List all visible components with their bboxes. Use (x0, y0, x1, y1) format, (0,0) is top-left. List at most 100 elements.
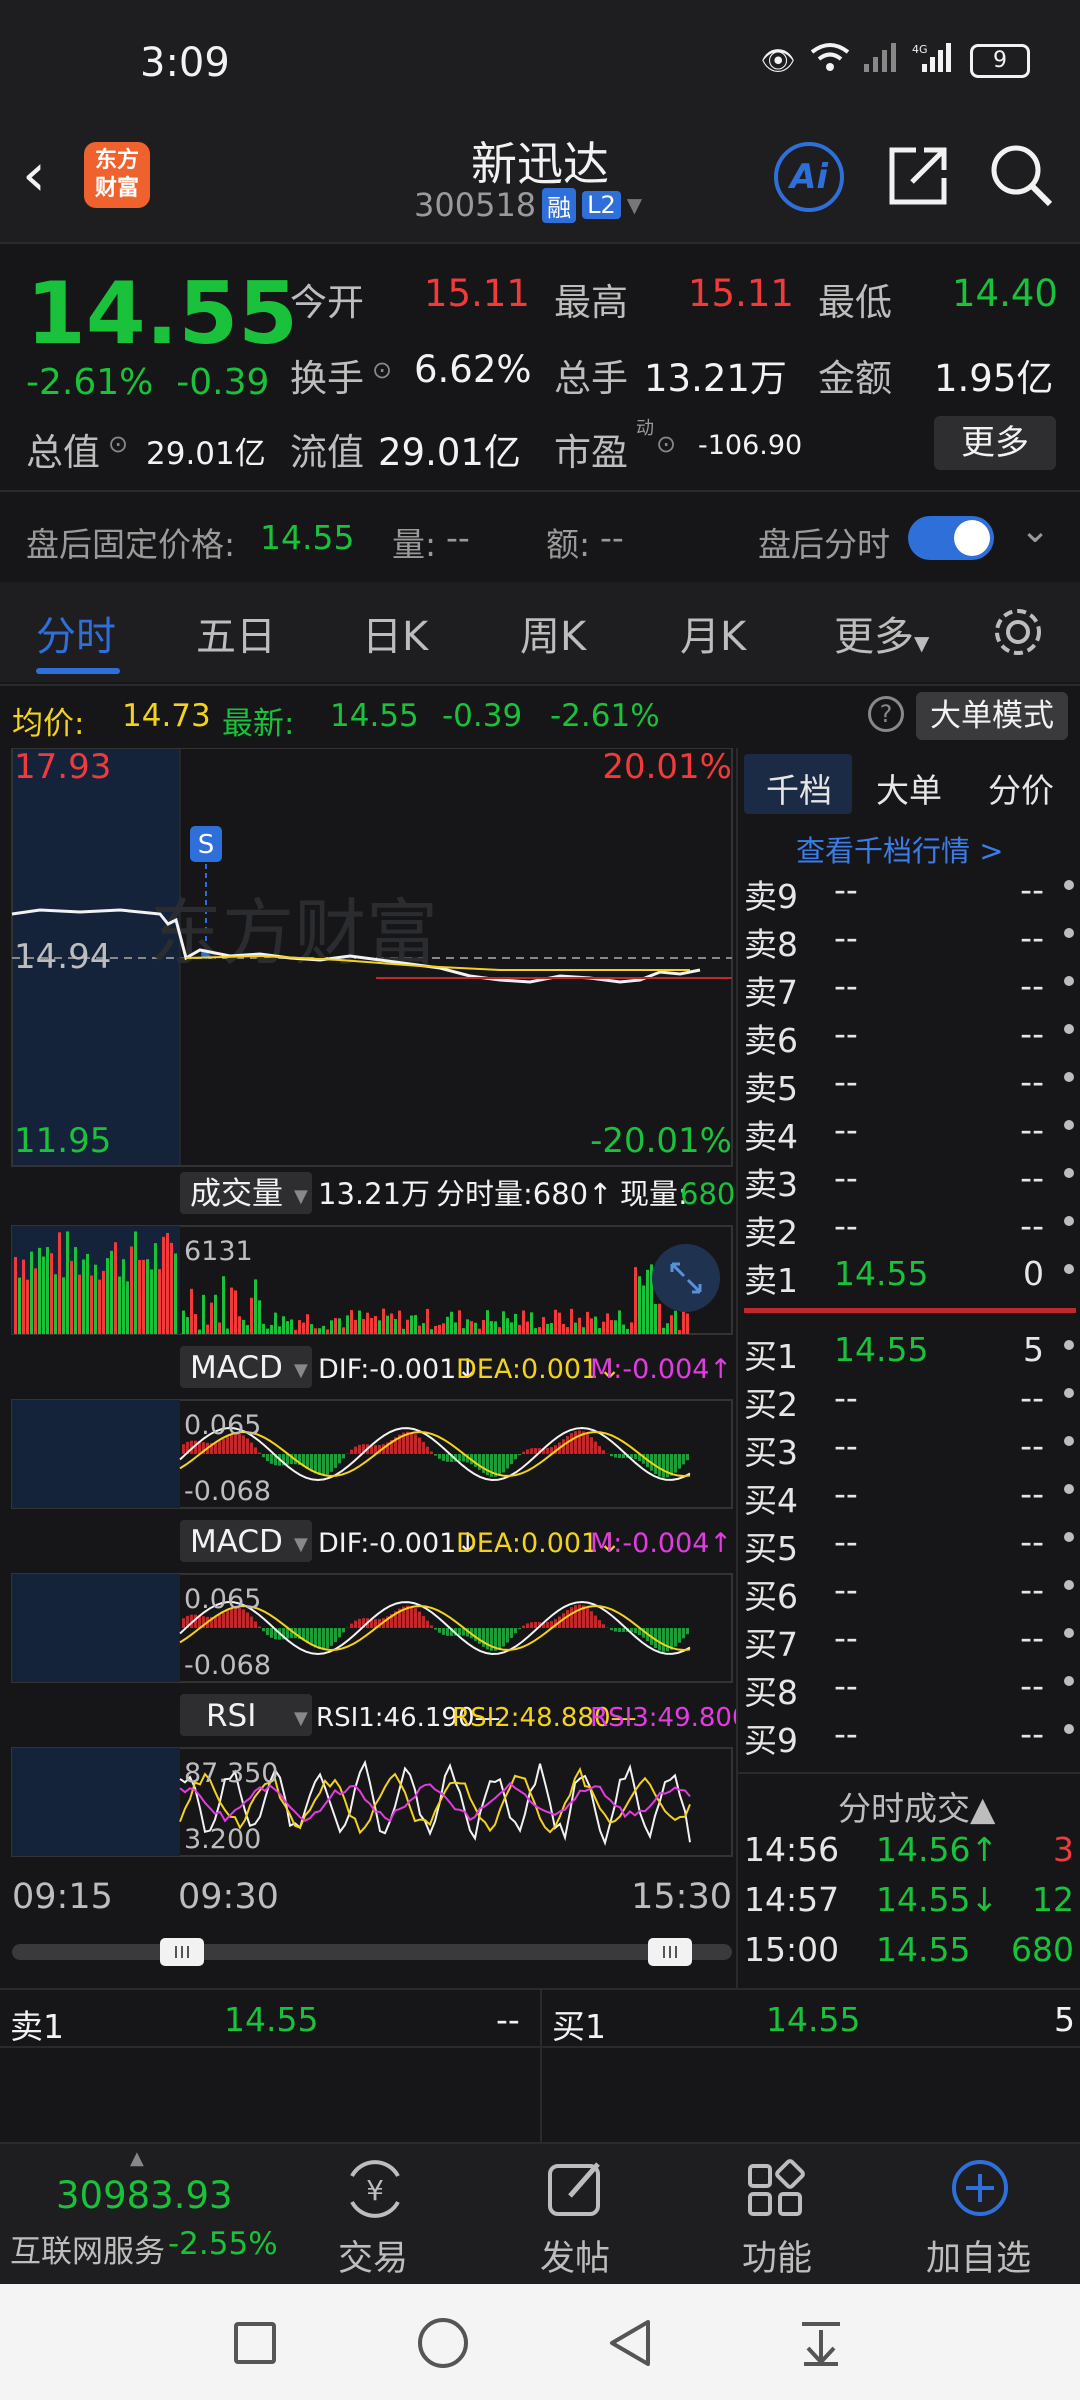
rsi3-value: RSI3:49.800— (590, 1703, 736, 1733)
macd-bar (674, 1628, 677, 1647)
macd-bar (622, 1454, 625, 1459)
info-icon[interactable]: ⊙ (656, 430, 676, 458)
volume-bar (206, 1324, 209, 1334)
chevron-down-icon[interactable]: ⌄ (1020, 510, 1050, 551)
order-book-row[interactable]: 卖7 -- -- (744, 962, 1074, 1012)
pe-value: -106.90 (698, 430, 803, 461)
order-book-row[interactable]: 卖5 -- -- (744, 1058, 1074, 1108)
tab-daily-k[interactable]: 日K (362, 604, 428, 662)
tab-weekly-k[interactable]: 周K (520, 604, 586, 662)
index-value[interactable]: 30983.93 (56, 2174, 233, 2217)
after-hours-price-label: 盘后固定价格: (26, 525, 236, 564)
order-book-row[interactable]: 卖1 14.55 0 (744, 1250, 1074, 1300)
more-button[interactable]: 更多 (934, 416, 1056, 470)
share-icon[interactable] (886, 144, 950, 212)
post-icon[interactable] (544, 2158, 608, 2224)
macd-bar (574, 1431, 577, 1454)
trade-label[interactable]: 交易 (338, 2230, 408, 2281)
tab-intraday[interactable]: 分时 (36, 604, 116, 662)
macd-bar (486, 1454, 489, 1476)
add-watchlist-label[interactable]: 加自选 (926, 2230, 1031, 2281)
volume-bar (498, 1327, 501, 1334)
range-slider-track[interactable] (12, 1944, 732, 1960)
functions-label[interactable]: 功能 (742, 2230, 812, 2281)
ai-button[interactable]: Ai (774, 142, 844, 212)
macd-bar (586, 1607, 589, 1628)
info-icon[interactable]: ⊙ (108, 430, 128, 458)
level-label: 买7 (744, 1625, 798, 1664)
search-icon[interactable] (988, 142, 1054, 212)
volume-bar (150, 1269, 153, 1334)
chevron-up-icon[interactable]: ▲ (130, 2148, 144, 2169)
index-pct[interactable]: -2.55% (168, 2226, 278, 2262)
order-book-row[interactable]: 买8 -- -- (744, 1662, 1074, 1712)
volume-bar (474, 1322, 477, 1334)
info-icon[interactable]: ⊙ (372, 356, 392, 384)
ask1-vol: -- (496, 2000, 520, 2039)
tab-five-day[interactable]: 五日 (196, 604, 276, 662)
trades-title[interactable]: 分时成交▲ (838, 1782, 995, 1830)
ob-tab-depth[interactable]: 千档 (766, 764, 832, 812)
volume-bar (286, 1321, 289, 1334)
status-bar: 3:09 👁 4G 9 (0, 0, 1080, 120)
order-book-row[interactable]: 买4 -- -- (744, 1470, 1074, 1520)
level-label: 卖5 (744, 1069, 798, 1108)
level-label: 卖6 (744, 1021, 798, 1060)
avg-label: 均价: (12, 706, 85, 742)
macd-bar (602, 1624, 605, 1628)
volume-bar (662, 1327, 665, 1334)
after-hours-amt-label: 额: (546, 525, 591, 564)
macd-bar (342, 1628, 345, 1633)
order-book-row[interactable]: 买3 -- -- (744, 1422, 1074, 1472)
order-book-row[interactable]: 买7 -- -- (744, 1614, 1074, 1664)
notification-pull-icon[interactable] (796, 2318, 846, 2372)
add-watchlist-icon[interactable] (948, 2158, 1012, 2224)
trade-icon[interactable]: ¥ (342, 2158, 408, 2224)
volume-bar (254, 1279, 257, 1334)
volume-bar (70, 1260, 73, 1334)
order-book-row[interactable]: 买9 -- -- (744, 1710, 1074, 1760)
recents-icon[interactable] (234, 2322, 276, 2364)
tab-more[interactable]: 更多▼ (834, 604, 929, 662)
tab-monthly-k[interactable]: 月K (680, 604, 746, 662)
order-book-row[interactable]: 买5 -- -- (744, 1518, 1074, 1568)
expand-button[interactable] (652, 1244, 720, 1312)
order-book-row[interactable]: 卖9 -- -- (744, 866, 1074, 916)
intraday-chart[interactable]: S 东方财富 17.93 14.94 11.95 20.01% -20.01% … (0, 747, 775, 1988)
depth-link[interactable]: 查看千档行情 > (796, 828, 1004, 870)
order-book-row[interactable]: 卖4 -- -- (744, 1106, 1074, 1156)
volume-bar (598, 1328, 601, 1334)
volume-total: 13.21万 (318, 1177, 430, 1211)
ob-tab-bigorder[interactable]: 大单 (876, 764, 942, 812)
signal-4g-icon: 4G (912, 42, 956, 79)
order-book-row[interactable]: 买6 -- -- (744, 1566, 1074, 1616)
order-book-row[interactable]: 买1 14.55 5 (744, 1326, 1074, 1376)
dropdown-icon: ▼ (294, 1360, 308, 1381)
post-label[interactable]: 发帖 (540, 2230, 610, 2281)
home-icon[interactable] (418, 2318, 468, 2368)
volume-bar (114, 1242, 117, 1334)
settings-gear-icon[interactable] (990, 604, 1046, 664)
back-nav-icon[interactable] (606, 2318, 656, 2372)
level-volume: -- (1020, 1014, 1044, 1053)
stock-code-row[interactable]: 300518 融 L2 ▼ (414, 186, 642, 224)
volume-bar (342, 1327, 345, 1334)
float-label: 流值 (290, 431, 364, 474)
order-book-row[interactable]: 卖2 -- -- (744, 1202, 1074, 1252)
functions-icon[interactable] (744, 2158, 808, 2224)
pe-dynamic-sup: 动 (636, 418, 654, 439)
order-book-row[interactable]: 卖8 -- -- (744, 914, 1074, 964)
help-icon[interactable]: ? (868, 696, 904, 732)
level-label: 买4 (744, 1481, 798, 1520)
order-book-row[interactable]: 卖3 -- -- (744, 1154, 1074, 1204)
index-name[interactable]: 互联网服务 (10, 2226, 165, 2271)
order-book-row[interactable]: 卖6 -- -- (744, 1010, 1074, 1060)
big-order-mode-button[interactable]: 大单模式 (916, 692, 1068, 740)
order-book-row[interactable]: 买2 -- -- (744, 1374, 1074, 1424)
trade-row: 15:00 14.55 680 (744, 1928, 1074, 1976)
after-hours-toggle[interactable] (908, 516, 994, 560)
ob-tab-price-dist[interactable]: 分价 (988, 764, 1054, 812)
dropdown-icon: ▼ (294, 1708, 308, 1729)
signal-icon (864, 42, 898, 79)
level-dot-icon (1064, 1532, 1074, 1542)
